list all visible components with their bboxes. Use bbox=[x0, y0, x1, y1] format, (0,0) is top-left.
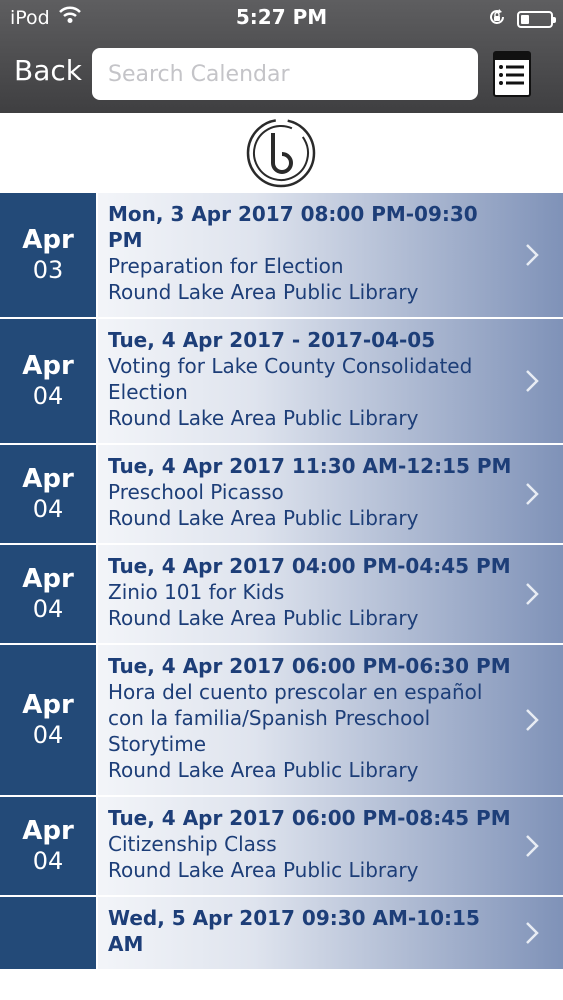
event-datetime: Mon, 3 Apr 2017 08:00 PM-09:30 PM bbox=[108, 202, 478, 252]
event-location: Round Lake Area Public Library bbox=[108, 858, 419, 882]
event-datetime: Tue, 4 Apr 2017 06:00 PM-06:30 PM bbox=[108, 654, 511, 678]
list-icon[interactable] bbox=[493, 51, 531, 97]
chevron-right-icon bbox=[525, 582, 539, 610]
chevron-right-icon bbox=[525, 482, 539, 510]
event-row[interactable]: Apr 03 Mon, 3 Apr 2017 08:00 PM-09:30 PM… bbox=[0, 193, 563, 319]
status-time: 5:27 PM bbox=[235, 5, 328, 29]
orientation-lock-icon bbox=[487, 7, 507, 32]
events-list: Apr 03 Mon, 3 Apr 2017 08:00 PM-09:30 PM… bbox=[0, 193, 563, 1000]
event-row[interactable]: Apr 04 Tue, 4 Apr 2017 04:00 PM-04:45 PM… bbox=[0, 545, 563, 645]
event-details: Tue, 4 Apr 2017 - 2017-04-05 Voting for … bbox=[98, 319, 563, 443]
event-details: Tue, 4 Apr 2017 11:30 AM-12:15 PM Presch… bbox=[98, 445, 563, 543]
status-right bbox=[487, 7, 556, 32]
nav-bar: Back bbox=[0, 40, 563, 110]
event-row[interactable]: Apr 04 Tue, 4 Apr 2017 11:30 AM-12:15 PM… bbox=[0, 445, 563, 545]
search-calendar-input[interactable] bbox=[92, 48, 478, 100]
event-day: 04 bbox=[32, 495, 64, 523]
event-datetime: Tue, 4 Apr 2017 06:00 PM-08:45 PM bbox=[108, 806, 511, 830]
event-datetime: Tue, 4 Apr 2017 - 2017-04-05 bbox=[108, 328, 436, 352]
status-bar: iPod 5:27 PM bbox=[0, 0, 563, 36]
chevron-right-icon bbox=[525, 834, 539, 862]
chevron-right-icon bbox=[525, 708, 539, 736]
event-day: 03 bbox=[32, 256, 64, 284]
event-location: Round Lake Area Public Library bbox=[108, 406, 419, 430]
event-row[interactable]: Apr 04 Tue, 4 Apr 2017 06:00 PM-06:30 PM… bbox=[0, 645, 563, 797]
event-details: Mon, 3 Apr 2017 08:00 PM-09:30 PM Prepar… bbox=[98, 193, 563, 317]
chevron-right-icon bbox=[525, 921, 539, 949]
battery-icon bbox=[517, 11, 556, 28]
date-block bbox=[0, 897, 98, 969]
chevron-right-icon bbox=[525, 243, 539, 271]
date-block: Apr 04 bbox=[0, 797, 98, 895]
event-datetime: Tue, 4 Apr 2017 04:00 PM-04:45 PM bbox=[108, 554, 511, 578]
event-title: Hora del cuento prescolar en español con… bbox=[108, 680, 483, 756]
event-row[interactable]: Apr 04 Tue, 4 Apr 2017 06:00 PM-08:45 PM… bbox=[0, 797, 563, 897]
date-block: Apr 04 bbox=[0, 445, 98, 543]
event-month: Apr bbox=[22, 816, 74, 846]
event-location: Round Lake Area Public Library bbox=[108, 606, 419, 630]
chevron-right-icon bbox=[525, 369, 539, 397]
event-title: Preparation for Election bbox=[108, 254, 344, 278]
event-title: Zinio 101 for Kids bbox=[108, 580, 285, 604]
event-month: Apr bbox=[22, 690, 74, 720]
event-month: Apr bbox=[22, 351, 74, 381]
date-block: Apr 04 bbox=[0, 319, 98, 443]
event-location: Round Lake Area Public Library bbox=[108, 280, 419, 304]
logo-band bbox=[0, 113, 563, 194]
event-row[interactable]: Apr 04 Tue, 4 Apr 2017 - 2017-04-05 Voti… bbox=[0, 319, 563, 445]
event-day: 04 bbox=[32, 595, 64, 623]
event-details: Wed, 5 Apr 2017 09:30 AM-10:15 AM bbox=[98, 897, 563, 969]
event-datetime: Tue, 4 Apr 2017 11:30 AM-12:15 PM bbox=[108, 454, 512, 478]
battery-fill bbox=[521, 15, 530, 24]
event-row[interactable]: Wed, 5 Apr 2017 09:30 AM-10:15 AM bbox=[0, 897, 563, 971]
event-month: Apr bbox=[22, 564, 74, 594]
event-location: Round Lake Area Public Library bbox=[108, 758, 419, 782]
event-day: 04 bbox=[32, 382, 64, 410]
event-month: Apr bbox=[22, 464, 74, 494]
event-details: Tue, 4 Apr 2017 04:00 PM-04:45 PM Zinio … bbox=[98, 545, 563, 643]
top-chrome: iPod 5:27 PM Back Search Calendar bbox=[0, 0, 563, 113]
library-logo-icon bbox=[245, 117, 317, 193]
event-month: Apr bbox=[22, 225, 74, 255]
event-datetime: Wed, 5 Apr 2017 09:30 AM-10:15 AM bbox=[108, 906, 480, 956]
event-title: Preschool Picasso bbox=[108, 480, 284, 504]
event-details: Tue, 4 Apr 2017 06:00 PM-06:30 PM Hora d… bbox=[98, 645, 563, 795]
back-button[interactable]: Back bbox=[14, 54, 82, 87]
event-details: Tue, 4 Apr 2017 06:00 PM-08:45 PM Citize… bbox=[98, 797, 563, 895]
event-title: Voting for Lake County Consolidated Elec… bbox=[108, 354, 473, 404]
date-block: Apr 04 bbox=[0, 545, 98, 643]
date-block: Apr 04 bbox=[0, 645, 98, 795]
event-location: Round Lake Area Public Library bbox=[108, 506, 419, 530]
event-day: 04 bbox=[32, 847, 64, 875]
date-block: Apr 03 bbox=[0, 193, 98, 317]
event-day: 04 bbox=[32, 721, 64, 749]
event-title: Citizenship Class bbox=[108, 832, 277, 856]
